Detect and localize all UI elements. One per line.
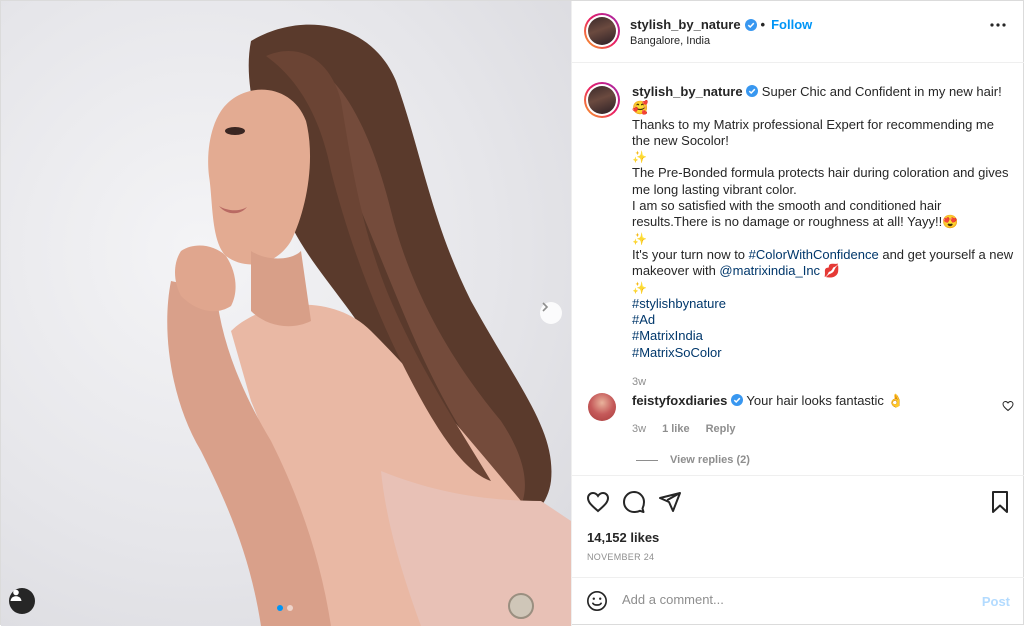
caption-text-line5: It's your turn now to: [632, 246, 749, 262]
hashtag-link[interactable]: #MatrixIndia: [632, 328, 703, 343]
post-caption: stylish_by_nature Super Chic and Confide…: [632, 84, 1014, 390]
caption-text-line3: The Pre-Bonded formula protects hair dur…: [632, 165, 1009, 197]
comment-like-icon[interactable]: [1002, 400, 1014, 412]
verified-badge-icon: [746, 85, 759, 97]
comments-section[interactable]: stylish_by_nature Super Chic and Confide…: [572, 64, 1024, 474]
caption-text-line4: I am so satisfied with the smooth and co…: [632, 198, 959, 230]
comment-icon[interactable]: [622, 490, 646, 514]
follow-button[interactable]: Follow: [771, 17, 812, 32]
tagged-users-button[interactable]: [9, 588, 35, 614]
sparkle-emoji: ✨: [632, 231, 647, 246]
hashtag-link[interactable]: #stylishbynature: [632, 296, 726, 311]
user-icon: [10, 589, 22, 601]
caption-username[interactable]: stylish_by_nature: [632, 84, 743, 99]
post-date[interactable]: NOVEMBER 24: [587, 552, 654, 562]
hashtag-link[interactable]: #ColorWithConfidence: [749, 247, 879, 262]
author-username[interactable]: stylish_by_nature: [630, 17, 741, 32]
comment-text: Your hair looks fantastic 👌: [746, 393, 904, 408]
bookmark-icon[interactable]: [988, 490, 1012, 514]
heart-icon[interactable]: [586, 490, 610, 514]
carousel-indicator: [277, 605, 293, 611]
post-panel: stylish_by_nature • Follow Bangalore, In…: [571, 1, 1024, 626]
verified-badge-icon: [731, 394, 743, 406]
comment: feistyfoxdiaries Your hair looks fantast…: [632, 393, 992, 409]
comment-likes[interactable]: 1 like: [662, 423, 690, 435]
sparkle-emoji: ✨: [632, 150, 647, 165]
hashtag-link[interactable]: #Ad: [632, 312, 655, 327]
replies-divider: [636, 459, 658, 461]
comment-reply-button[interactable]: Reply: [706, 423, 736, 435]
post-dialog: stylish_by_nature • Follow Bangalore, In…: [0, 0, 1024, 626]
post-media[interactable]: [1, 1, 571, 626]
comment-timestamp[interactable]: 3w: [632, 423, 646, 435]
post-location[interactable]: Bangalore, India: [630, 35, 710, 47]
kiss-emoji: 💋: [820, 263, 840, 279]
carousel-next-button[interactable]: [540, 302, 562, 324]
hashtag-link[interactable]: #MatrixSoColor: [632, 345, 722, 360]
post-header: stylish_by_nature • Follow Bangalore, In…: [572, 1, 1024, 63]
post-comment-button[interactable]: Post: [982, 594, 1010, 609]
author-avatar[interactable]: [584, 13, 620, 49]
header-user-row: stylish_by_nature • Follow: [630, 17, 813, 32]
view-replies-label: View replies (2): [670, 454, 750, 466]
sparkle-emoji: ✨: [632, 280, 647, 295]
commenter-avatar[interactable]: [588, 393, 616, 421]
post-actions: 14,152 likes NOVEMBER 24: [572, 475, 1024, 577]
caption-timestamp[interactable]: 3w: [632, 376, 646, 388]
caption-text-line2: Thanks to my Matrix professional Expert …: [632, 116, 994, 148]
likes-count[interactable]: 14,152 likes: [587, 530, 659, 545]
comment-meta: 3w 1 like Reply: [632, 423, 736, 435]
caption-avatar[interactable]: [584, 82, 620, 118]
more-horizontal-icon[interactable]: [990, 23, 1006, 27]
mention-link[interactable]: @matrixindia_Inc: [719, 263, 820, 278]
comment-username[interactable]: feistyfoxdiaries: [632, 393, 727, 408]
comment-input[interactable]: [622, 592, 962, 607]
chevron-right-icon: [542, 302, 549, 312]
emoji-icon[interactable]: [586, 590, 608, 612]
share-icon[interactable]: [658, 490, 682, 514]
view-replies-button[interactable]: View replies (2): [636, 454, 750, 466]
carousel-dot: [287, 605, 293, 611]
verified-badge-icon: [744, 18, 757, 31]
post-photo: [167, 24, 571, 626]
carousel-dot-active: [277, 605, 283, 611]
add-comment-bar: Post: [572, 577, 1024, 626]
